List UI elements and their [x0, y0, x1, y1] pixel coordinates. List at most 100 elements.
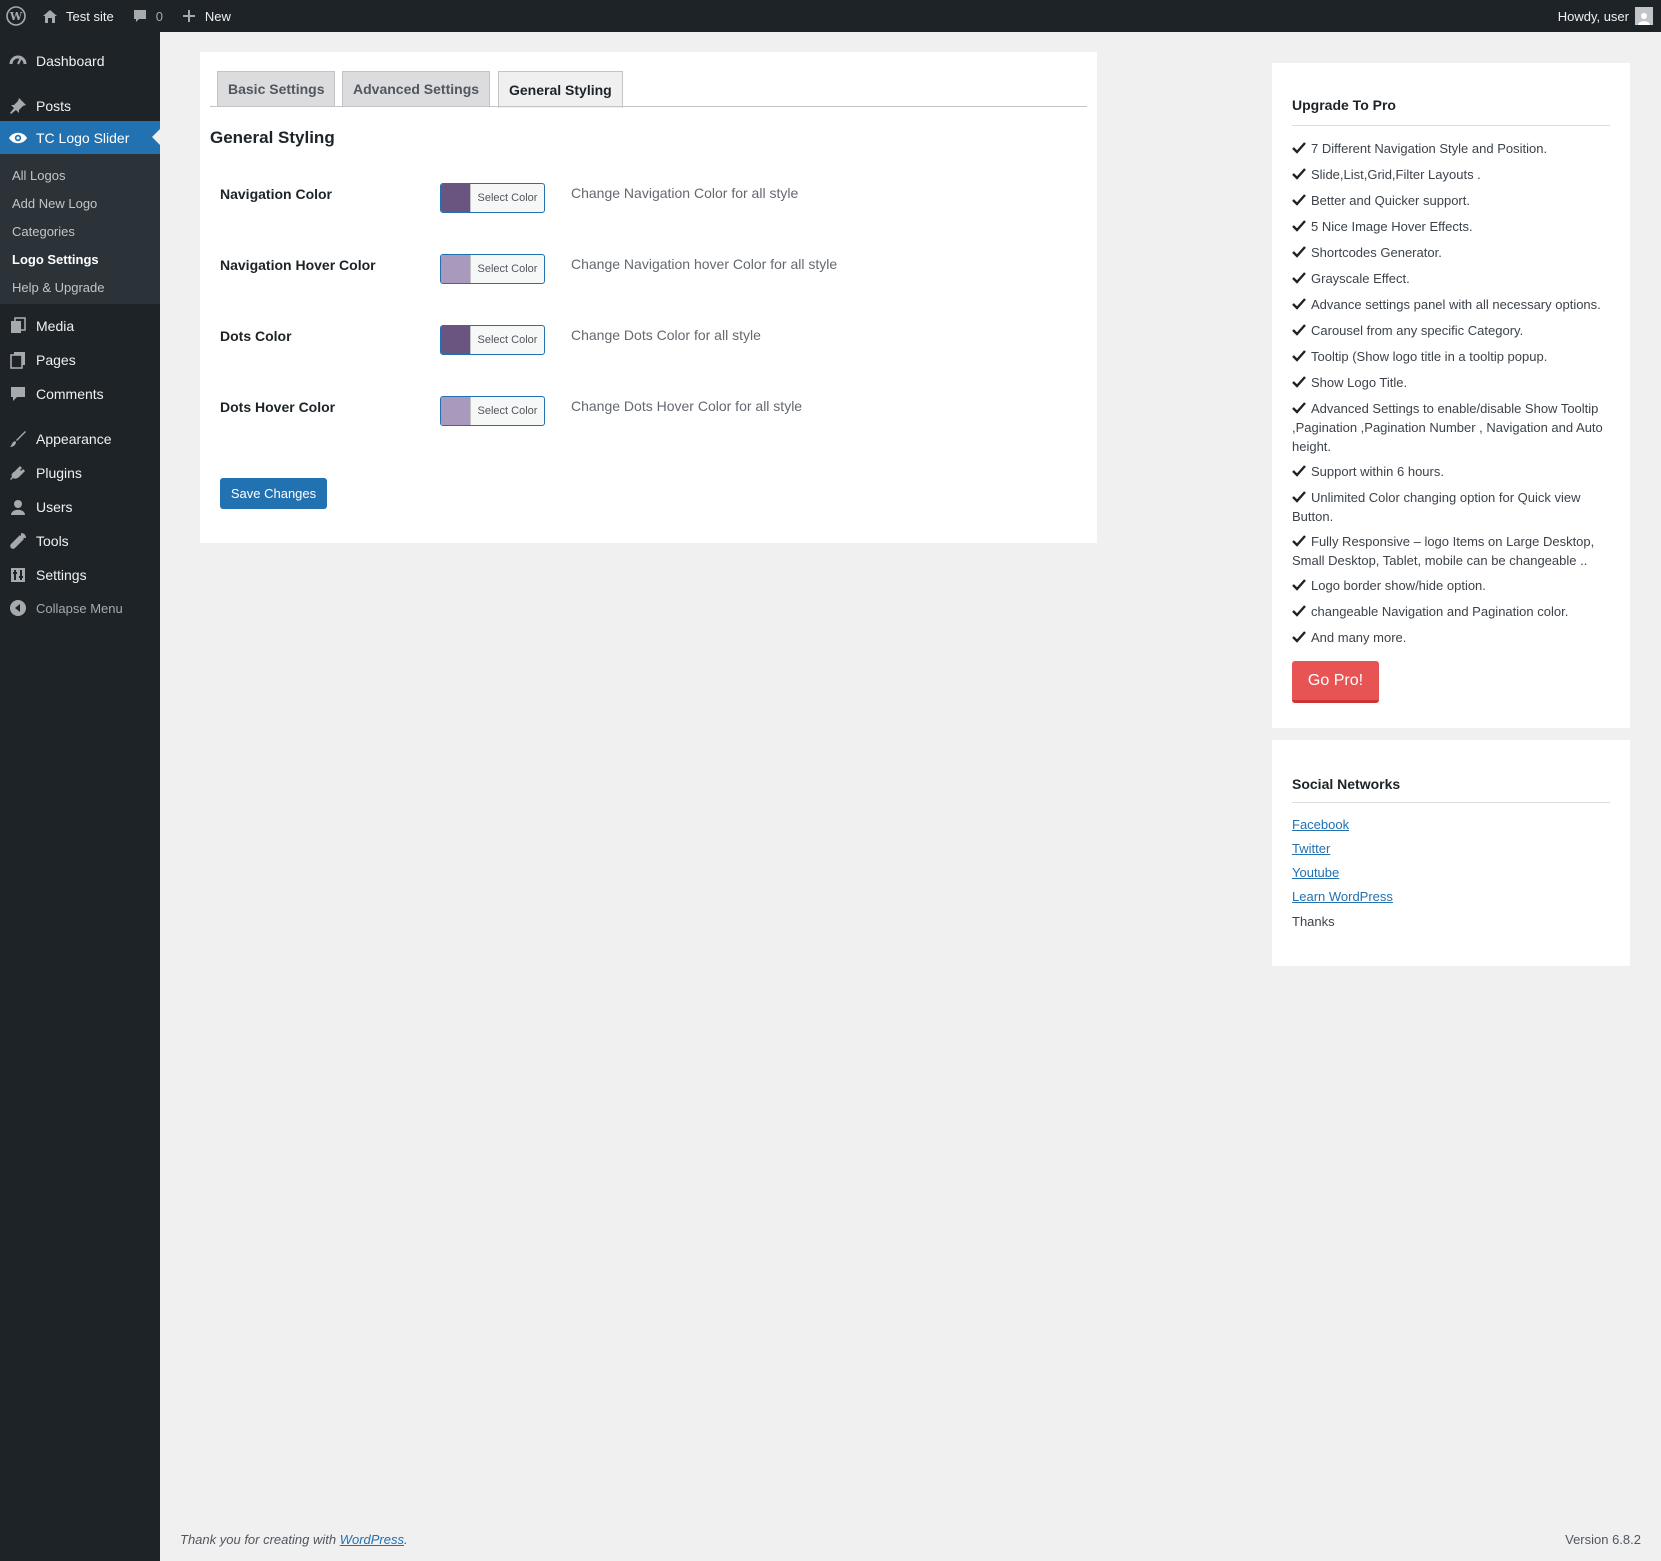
admin-sidebar: Dashboard Posts TC Logo Slider All Logos… — [0, 32, 160, 1561]
submenu-help-upgrade[interactable]: Help & Upgrade — [12, 280, 105, 295]
sidebar-item-tc-logo-slider[interactable]: TC Logo Slider — [0, 121, 160, 155]
tab-advanced-settings[interactable]: Advanced Settings — [342, 71, 491, 107]
check-icon — [1292, 631, 1306, 643]
sidebar-item-plugins[interactable]: Plugins — [0, 456, 160, 490]
feature-text: Logo border show/hide option. — [1311, 578, 1486, 593]
sidebar-item-comments[interactable]: Comments — [0, 377, 160, 411]
check-icon — [1292, 220, 1306, 232]
check-icon — [1292, 324, 1306, 336]
sidebar-item-dashboard[interactable]: Dashboard — [0, 44, 160, 78]
sidebar-item-settings[interactable]: Settings — [0, 558, 160, 592]
submenu-add-new-logo[interactable]: Add New Logo — [12, 196, 97, 211]
footer-version: Version 6.8.2 — [1565, 1532, 1641, 1547]
learn-wordpress-link[interactable]: Learn WordPress — [1292, 889, 1393, 904]
sidebar-item-users[interactable]: Users — [0, 490, 160, 524]
setting-label: Navigation Hover Color — [220, 257, 376, 273]
tab-basic-settings[interactable]: Basic Settings — [217, 71, 336, 107]
section-title: General Styling — [210, 128, 335, 147]
plus-icon — [179, 6, 199, 26]
check-icon — [1292, 168, 1306, 180]
sidebar-item-posts[interactable]: Posts — [0, 89, 160, 123]
footer-credit: Thank you for creating with WordPress. — [180, 1532, 408, 1547]
feature-item: Unlimited Color changing option for Quic… — [1292, 488, 1610, 526]
collapse-icon — [8, 598, 28, 618]
feature-text: Grayscale Effect. — [1311, 271, 1410, 286]
wordpress-logo-button[interactable]: W — [0, 0, 32, 32]
navigation-color-picker[interactable]: Select Color — [440, 183, 545, 213]
submenu-categories[interactable]: Categories — [12, 224, 75, 239]
dots-color-picker[interactable]: Select Color — [440, 325, 545, 355]
sidebar-item-appearance[interactable]: Appearance — [0, 422, 160, 456]
admin-bar: W Test site 0 New Howdy, user — [0, 0, 1661, 32]
brush-icon — [8, 429, 28, 449]
twitter-link[interactable]: Twitter — [1292, 841, 1330, 856]
select-color-label: Select Color — [477, 334, 538, 346]
sidebar-item-label: Appearance — [36, 431, 112, 447]
setting-description: Change Dots Color for all style — [571, 327, 761, 343]
feature-text: Better and Quicker support. — [1311, 193, 1470, 208]
feature-item: 7 Different Navigation Style and Positio… — [1292, 139, 1610, 158]
check-icon — [1292, 246, 1306, 258]
submenu-logo-settings[interactable]: Logo Settings — [12, 252, 99, 267]
sidebar-item-media[interactable]: Media — [0, 309, 160, 343]
check-icon — [1292, 194, 1306, 206]
save-changes-button[interactable]: Save Changes — [220, 478, 327, 509]
select-color-label: Select Color — [477, 192, 538, 204]
wordpress-icon: W — [6, 6, 26, 26]
feature-item: Slide,List,Grid,Filter Layouts . — [1292, 165, 1610, 184]
user-icon — [8, 497, 28, 517]
feature-text: Advance settings panel with all necessar… — [1311, 297, 1601, 312]
feature-text: Carousel from any specific Category. — [1311, 323, 1524, 338]
go-pro-button[interactable]: Go Pro! — [1292, 661, 1379, 703]
tab-label: Advanced Settings — [353, 81, 480, 97]
wordpress-footer-link[interactable]: WordPress — [340, 1532, 404, 1547]
color-swatch — [441, 184, 471, 212]
feature-item: Advance settings panel with all necessar… — [1292, 295, 1610, 314]
sidebar-item-pages[interactable]: Pages — [0, 343, 160, 377]
feature-item: changeable Navigation and Pagination col… — [1292, 602, 1610, 621]
select-color-label: Select Color — [477, 263, 538, 275]
feature-text: Tooltip (Show logo title in a tooltip po… — [1311, 349, 1548, 364]
comment-icon — [8, 384, 28, 404]
submenu-all-logos[interactable]: All Logos — [12, 168, 65, 183]
check-icon — [1292, 491, 1306, 503]
new-content-link[interactable]: New — [171, 0, 239, 32]
facebook-link[interactable]: Facebook — [1292, 817, 1349, 832]
eye-icon — [8, 128, 28, 148]
sidebar-item-label: Dashboard — [36, 53, 105, 69]
dots-hover-color-picker[interactable]: Select Color — [440, 396, 545, 426]
check-icon — [1292, 579, 1306, 591]
sidebar-item-tools[interactable]: Tools — [0, 524, 160, 558]
feature-item: And many more. — [1292, 628, 1610, 647]
feature-text: Unlimited Color changing option for Quic… — [1292, 490, 1581, 524]
collapse-menu-label: Collapse Menu — [36, 600, 123, 616]
thanks-text: Thanks — [1292, 914, 1335, 929]
feature-text: changeable Navigation and Pagination col… — [1311, 604, 1569, 619]
social-title: Social Networks — [1292, 776, 1401, 792]
tab-general-styling[interactable]: General Styling — [498, 71, 623, 108]
divider — [1292, 802, 1610, 803]
feature-text: Shortcodes Generator. — [1311, 245, 1442, 260]
dashboard-icon — [8, 51, 28, 71]
site-name-link[interactable]: Test site — [32, 0, 122, 32]
feature-item: Advanced Settings to enable/disable Show… — [1292, 399, 1610, 456]
divider — [1292, 125, 1610, 126]
feature-text: 5 Nice Image Hover Effects. — [1311, 219, 1473, 234]
feature-item: Carousel from any specific Category. — [1292, 321, 1610, 340]
feature-item: Tooltip (Show logo title in a tooltip po… — [1292, 347, 1610, 366]
youtube-link[interactable]: Youtube — [1292, 865, 1339, 880]
feature-text: And many more. — [1311, 630, 1407, 645]
feature-item: Shortcodes Generator. — [1292, 243, 1610, 262]
color-swatch — [441, 255, 471, 283]
feature-item: Logo border show/hide option. — [1292, 576, 1610, 595]
comments-link[interactable]: 0 — [122, 0, 171, 32]
collapse-menu-button[interactable]: Collapse Menu — [0, 591, 160, 625]
navigation-hover-color-picker[interactable]: Select Color — [440, 254, 545, 284]
home-icon — [40, 6, 60, 26]
check-icon — [1292, 376, 1306, 388]
comment-icon — [130, 6, 150, 26]
sidebar-item-label: Media — [36, 318, 75, 334]
feature-item: Show Logo Title. — [1292, 373, 1610, 392]
check-icon — [1292, 465, 1306, 477]
account-menu[interactable]: Howdy, user — [1558, 0, 1661, 32]
